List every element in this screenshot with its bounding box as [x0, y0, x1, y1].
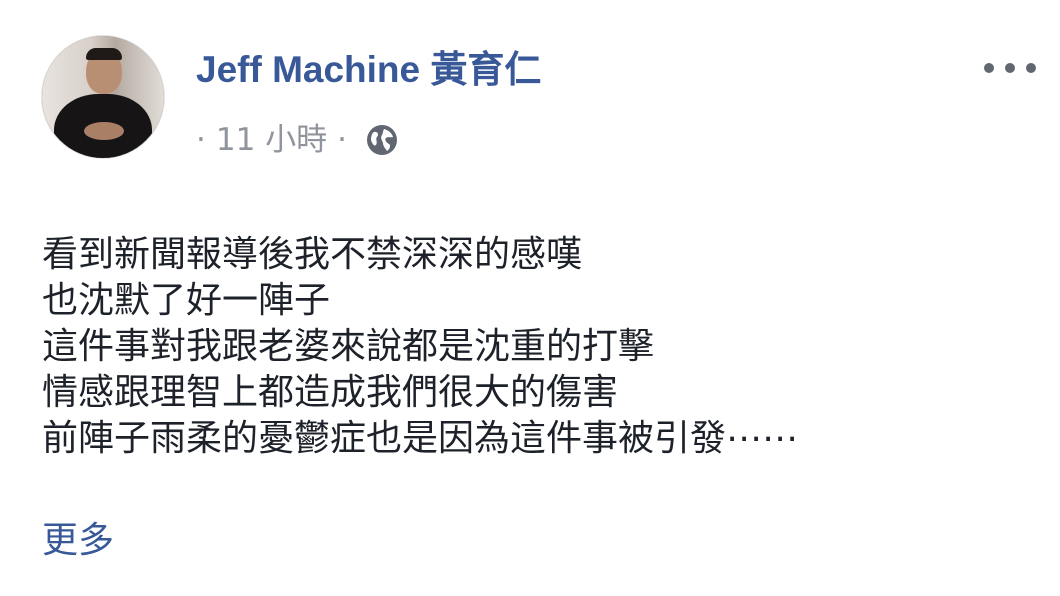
meta-leading-dot: ·	[196, 122, 206, 158]
facebook-post: Jeff Machine 黃育仁 · 11 小時 · 看到新聞報導後我不禁深深的…	[0, 0, 1060, 596]
more-dot	[1026, 63, 1036, 73]
more-dot	[984, 63, 994, 73]
message-line: 前陣子雨柔的憂鬱症也是因為這件事被引發⋯⋯	[42, 418, 799, 459]
post-message: 看到新聞報導後我不禁深深的感嘆 也沈默了好一陣子 這件事對我跟老婆來說都是沈重的…	[42, 232, 798, 462]
see-more-link[interactable]: 更多	[42, 518, 114, 564]
message-line: 情感跟理智上都造成我們很大的傷害	[42, 372, 619, 413]
message-line: 這件事對我跟老婆來說都是沈重的打擊	[42, 326, 655, 367]
author-name-link[interactable]: Jeff Machine 黃育仁	[196, 48, 541, 92]
meta-separator: ·	[337, 122, 348, 158]
globe-icon[interactable]	[365, 123, 399, 157]
more-dot	[1005, 63, 1015, 73]
avatar-figure-hair	[86, 48, 122, 60]
avatar-figure-hands	[84, 122, 124, 140]
avatar[interactable]	[42, 36, 164, 158]
message-line: 也沈默了好一陣子	[42, 280, 331, 321]
message-line: 看到新聞報導後我不禁深深的感嘆	[42, 234, 583, 275]
post-meta: · 11 小時 ·	[196, 120, 399, 160]
more-horizontal-icon[interactable]	[984, 58, 1036, 78]
post-timestamp[interactable]: 11 小時	[216, 120, 327, 160]
